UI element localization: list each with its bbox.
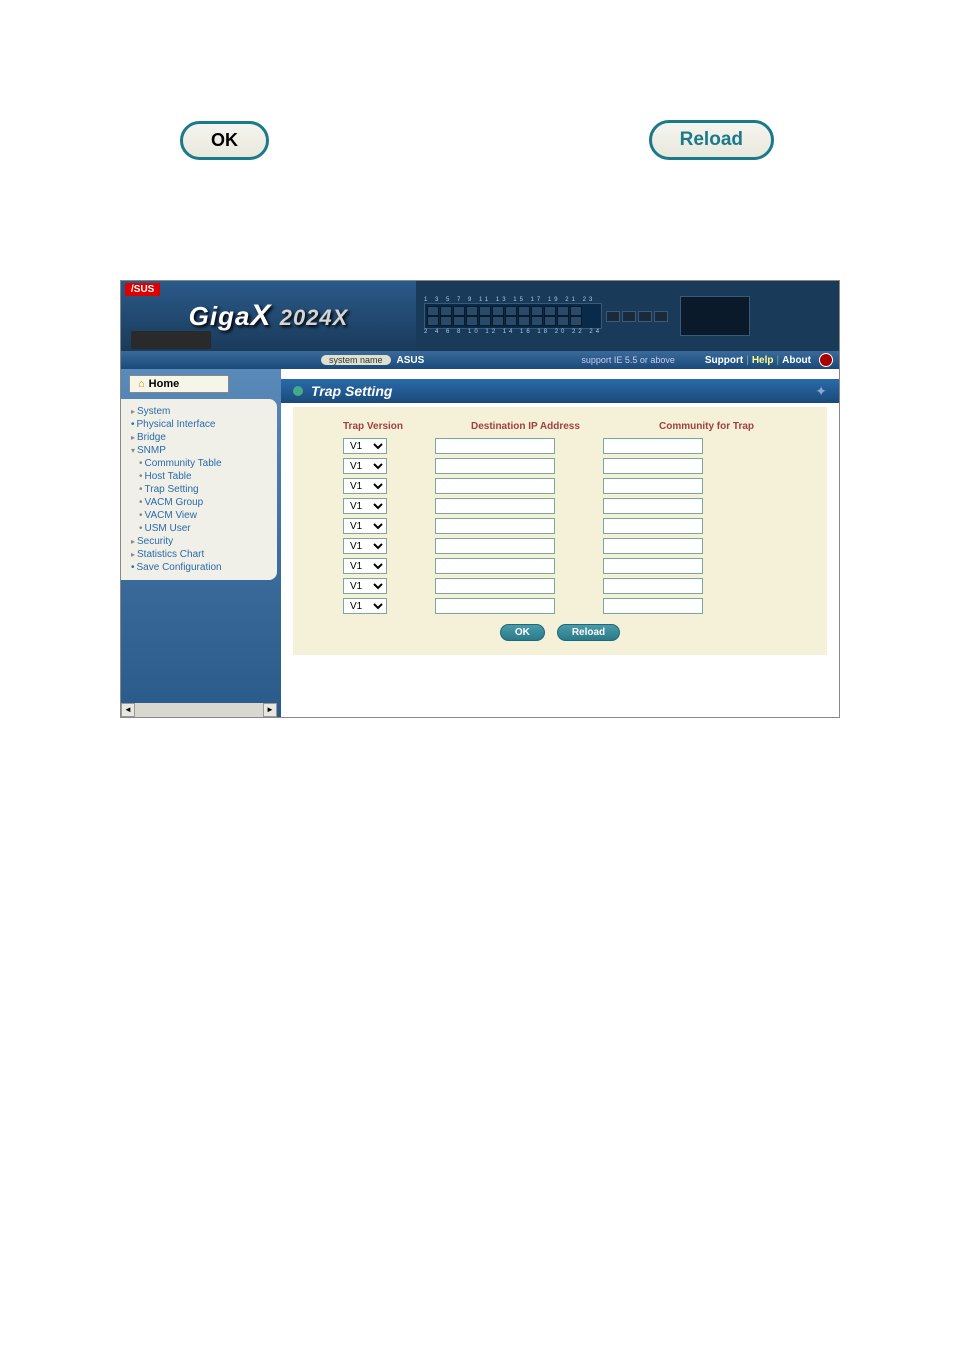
destination-ip-input[interactable] xyxy=(435,558,555,574)
destination-ip-input[interactable] xyxy=(435,458,555,474)
trap-version-select[interactable]: V1 xyxy=(343,478,387,494)
scroll-right-icon[interactable]: ► xyxy=(263,703,277,717)
section-tool-icon: ✦ xyxy=(815,383,827,400)
sidebar-item-system[interactable]: ▸System xyxy=(125,405,273,418)
trap-version-select[interactable]: V1 xyxy=(343,498,387,514)
sidebar-item-trap-setting[interactable]: •Trap Setting xyxy=(125,483,273,496)
trap-setting-form: Trap Version Destination IP Address Comm… xyxy=(293,407,827,655)
sidebar-item-vacm-group[interactable]: •VACM Group xyxy=(125,496,273,509)
asus-brand-logo: /SUS xyxy=(125,283,160,296)
sidebar-item-save-configuration[interactable]: •Save Configuration xyxy=(125,561,273,574)
sidebar-item-snmp[interactable]: ▾SNMP xyxy=(125,444,273,457)
sidebar-item-community-table[interactable]: •Community Table xyxy=(125,457,273,470)
sidebar-item-statistics-chart[interactable]: ▸Statistics Chart xyxy=(125,548,273,561)
logo-x-text: X xyxy=(250,299,271,332)
col-header-community: Community for Trap xyxy=(659,421,779,432)
form-ok-button[interactable]: OK xyxy=(500,624,545,641)
home-label: Home xyxy=(149,378,180,390)
logout-icon[interactable] xyxy=(819,353,833,367)
content-area: Trap Setting ✦ Trap Version Destination … xyxy=(281,369,839,717)
destination-ip-input[interactable] xyxy=(435,498,555,514)
nav-panel: ▸System •Physical Interface ▸Bridge ▾SNM… xyxy=(121,399,277,580)
community-input[interactable] xyxy=(603,498,703,514)
extra-ports xyxy=(606,311,668,322)
destination-ip-input[interactable] xyxy=(435,518,555,534)
trap-row: V1 xyxy=(323,518,797,534)
sidebar-item-security[interactable]: ▸Security xyxy=(125,535,273,548)
trap-row: V1 xyxy=(323,458,797,474)
sidebar-item-usm-user[interactable]: •USM User xyxy=(125,522,273,535)
community-input[interactable] xyxy=(603,438,703,454)
trap-row: V1 xyxy=(323,498,797,514)
trap-version-select[interactable]: V1 xyxy=(343,518,387,534)
trap-version-select[interactable]: V1 xyxy=(343,458,387,474)
community-input[interactable] xyxy=(603,598,703,614)
port-numbers-top: 1 3 5 7 9 11 13 15 17 19 21 23 xyxy=(424,297,602,303)
logo-giga-text: Giga xyxy=(189,301,251,331)
trap-row: V1 xyxy=(323,438,797,454)
status-bar: system name ASUS support IE 5.5 or above… xyxy=(121,351,839,369)
community-input[interactable] xyxy=(603,458,703,474)
system-name-label: system name xyxy=(321,355,391,365)
sidebar-item-physical-interface[interactable]: •Physical Interface xyxy=(125,418,273,431)
community-input[interactable] xyxy=(603,578,703,594)
port-numbers-bottom: 2 4 6 8 10 12 14 16 18 20 22 24 xyxy=(424,329,602,335)
product-logo: GigaX 2024X xyxy=(189,299,349,333)
trap-row: V1 xyxy=(323,538,797,554)
sidebar-item-vacm-view[interactable]: •VACM View xyxy=(125,509,273,522)
home-tab[interactable]: ⌂ Home xyxy=(129,375,229,393)
system-name-value: ASUS xyxy=(397,355,425,366)
community-input[interactable] xyxy=(603,518,703,534)
browser-support-text: support IE 5.5 or above xyxy=(581,355,675,365)
scroll-left-icon[interactable]: ◄ xyxy=(121,703,135,717)
destination-ip-input[interactable] xyxy=(435,538,555,554)
port-panel: 1 3 5 7 9 11 13 15 17 19 21 23 2 4 6 8 1… xyxy=(416,281,839,351)
section-title: Trap Setting xyxy=(311,383,392,399)
logo-model-text: 2024X xyxy=(280,305,349,330)
sidebar-scrollbar[interactable]: ◄ ► xyxy=(121,703,277,717)
logo-area: /SUS GigaX 2024X xyxy=(121,281,416,351)
trap-row: V1 xyxy=(323,598,797,614)
home-icon: ⌂ xyxy=(138,378,145,390)
trap-row: V1 xyxy=(323,478,797,494)
section-title-bar: Trap Setting ✦ xyxy=(281,379,839,403)
form-reload-button[interactable]: Reload xyxy=(557,624,620,641)
destination-ip-input[interactable] xyxy=(435,438,555,454)
community-input[interactable] xyxy=(603,478,703,494)
help-link[interactable]: Help xyxy=(752,355,774,366)
trap-row: V1 xyxy=(323,578,797,594)
trap-version-select[interactable]: V1 xyxy=(343,598,387,614)
reload-button[interactable]: Reload xyxy=(649,120,774,160)
community-input[interactable] xyxy=(603,538,703,554)
destination-ip-input[interactable] xyxy=(435,598,555,614)
col-header-ip: Destination IP Address xyxy=(471,421,611,432)
led-panel xyxy=(680,296,750,336)
about-link[interactable]: About xyxy=(782,355,811,366)
section-arrow-icon xyxy=(293,386,303,396)
admin-ui-screenshot: /SUS GigaX 2024X 1 3 5 7 9 11 13 15 17 1… xyxy=(120,280,840,718)
trap-version-select[interactable]: V1 xyxy=(343,578,387,594)
trap-version-select[interactable]: V1 xyxy=(343,538,387,554)
device-image xyxy=(131,331,211,349)
sidebar-item-bridge[interactable]: ▸Bridge xyxy=(125,431,273,444)
sidebar: ⌂ Home ▸System •Physical Interface ▸Brid… xyxy=(121,369,281,717)
sidebar-item-host-table[interactable]: •Host Table xyxy=(125,470,273,483)
ok-button[interactable]: OK xyxy=(180,121,269,160)
community-input[interactable] xyxy=(603,558,703,574)
trap-row: V1 xyxy=(323,558,797,574)
trap-version-select[interactable]: V1 xyxy=(343,558,387,574)
destination-ip-input[interactable] xyxy=(435,478,555,494)
support-link[interactable]: Support xyxy=(705,355,743,366)
trap-version-select[interactable]: V1 xyxy=(343,438,387,454)
destination-ip-input[interactable] xyxy=(435,578,555,594)
col-header-version: Trap Version xyxy=(343,421,423,432)
app-header: /SUS GigaX 2024X 1 3 5 7 9 11 13 15 17 1… xyxy=(121,281,839,351)
